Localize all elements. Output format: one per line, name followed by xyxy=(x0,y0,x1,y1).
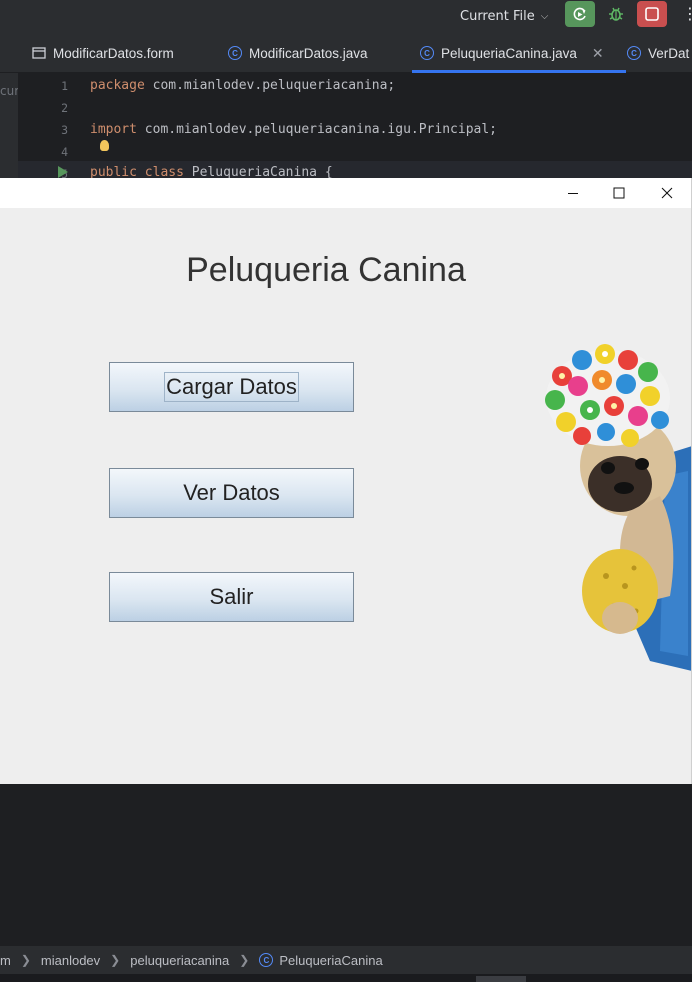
close-icon xyxy=(661,187,673,199)
chevron-right-icon: ❯ xyxy=(239,953,250,967)
bug-icon xyxy=(609,7,623,21)
java-class-icon: C xyxy=(259,953,274,967)
line-number: 3 xyxy=(61,123,68,137)
lightbulb-icon[interactable] xyxy=(100,140,109,151)
tab-verdatos[interactable]: C VerDat xyxy=(627,33,689,73)
breadcrumb-item[interactable]: peluqueriacanina xyxy=(130,953,229,968)
run-config-selector[interactable]: Current File ⌵ xyxy=(460,5,548,27)
app-window: Peluqueria Canina Cargar Datos Ver Datos… xyxy=(0,178,692,784)
code-editor[interactable]: 1 2 3 4 5 package com.mianlodev.peluquer… xyxy=(18,73,692,183)
tab-label: PeluqueriaCanina.java xyxy=(441,45,577,61)
button-label: Cargar Datos xyxy=(164,372,299,402)
tab-label: ModificarDatos.form xyxy=(53,45,174,61)
pug-mascot-image xyxy=(545,344,691,671)
tab-label: VerDat xyxy=(648,45,690,61)
stop-button[interactable] xyxy=(637,1,667,27)
tab-peluqueriacanina-java[interactable]: C PeluqueriaCanina.java ✕ xyxy=(412,33,626,73)
java-class-icon: C xyxy=(420,46,434,60)
breadcrumb-item[interactable]: m xyxy=(0,953,11,968)
close-button[interactable] xyxy=(644,178,690,208)
scroll-segment xyxy=(476,976,526,982)
more-options-icon[interactable]: ⋮ xyxy=(682,4,692,23)
tab-modificardatos-form[interactable]: ModificarDatos.form xyxy=(32,33,174,73)
tab-modificardatos-java[interactable]: C ModificarDatos.java xyxy=(228,33,368,73)
status-bar-edge xyxy=(0,974,692,982)
editor-tabs: ModificarDatos.form C ModificarDatos.jav… xyxy=(0,33,692,73)
side-panel-text: cur xyxy=(0,84,20,98)
line-number: 2 xyxy=(61,101,68,115)
java-class-icon: C xyxy=(228,46,242,60)
code-keyword: package xyxy=(90,78,145,93)
chevron-right-icon: ❯ xyxy=(110,953,121,967)
tab-label: ModificarDatos.java xyxy=(249,45,368,61)
minimize-icon xyxy=(568,193,578,194)
stop-icon xyxy=(645,7,659,21)
breadcrumb-item[interactable]: mianlodev xyxy=(41,953,100,968)
run-config-label: Current File xyxy=(460,8,535,24)
code-line: import com.mianlodev.peluqueriacanina.ig… xyxy=(90,122,497,137)
button-label: Ver Datos xyxy=(183,480,280,505)
chevron-right-icon: ❯ xyxy=(20,953,31,967)
rerun-icon xyxy=(573,7,586,21)
code-text: com.mianlodev.peluqueriacanina; xyxy=(144,78,396,93)
salir-button[interactable]: Salir xyxy=(109,572,354,622)
cargar-datos-button[interactable]: Cargar Datos xyxy=(109,362,354,412)
line-number: 4 xyxy=(61,145,68,159)
maximize-icon xyxy=(613,187,625,199)
close-icon[interactable]: ✕ xyxy=(592,45,604,62)
code-line: package com.mianlodev.peluqueriacanina; xyxy=(90,78,395,93)
breadcrumb: m ❯ mianlodev ❯ peluqueriacanina ❯ C Pel… xyxy=(0,946,692,974)
java-class-icon: C xyxy=(627,46,641,60)
run-gutter-icon[interactable] xyxy=(58,166,68,178)
window-titlebar xyxy=(0,178,691,208)
ver-datos-button[interactable]: Ver Datos xyxy=(109,468,354,518)
desktop: Current File ⌵ ⋮ ModificarDatos.form C M… xyxy=(0,0,692,982)
run-button[interactable] xyxy=(565,1,595,27)
breadcrumb-item[interactable]: PeluqueriaCanina xyxy=(279,953,382,968)
editor-bottom-area xyxy=(0,784,692,947)
debug-button[interactable] xyxy=(601,1,631,27)
button-label: Salir xyxy=(209,584,254,609)
form-file-icon xyxy=(32,47,46,59)
maximize-button[interactable] xyxy=(596,178,642,208)
chevron-down-icon: ⌵ xyxy=(540,10,549,22)
side-panel-fragment: cur xyxy=(0,73,20,183)
line-number: 1 xyxy=(61,79,68,93)
app-title: Peluqueria Canina xyxy=(186,251,466,289)
minimize-button[interactable] xyxy=(550,178,596,208)
ide-toolbar: Current File ⌵ ⋮ xyxy=(0,0,692,33)
code-keyword: import xyxy=(90,122,137,137)
code-text: com.mianlodev.peluqueriacanina.igu.Princ… xyxy=(136,122,497,137)
